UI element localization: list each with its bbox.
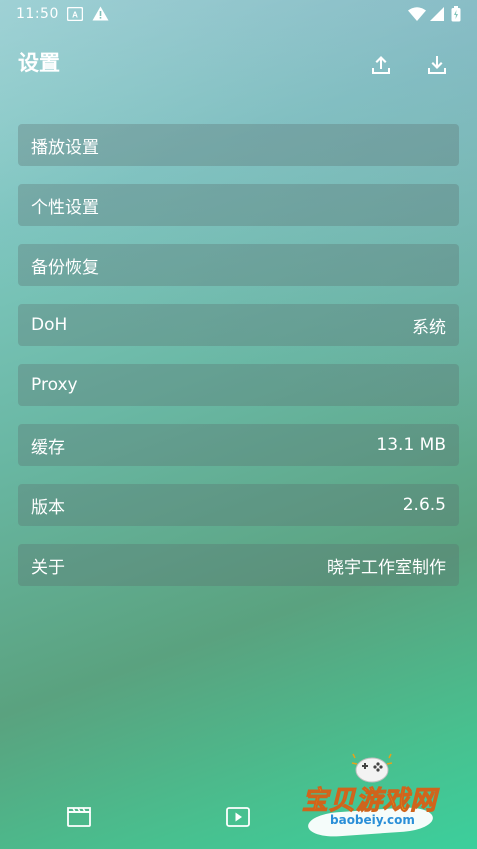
- settings-item-about[interactable]: 关于 晓宇工作室制作: [18, 544, 459, 586]
- settings-item-label: 备份恢复: [31, 257, 99, 278]
- settings-item-label: DoH: [31, 315, 68, 335]
- settings-item-value: 13.1 MB: [376, 435, 446, 455]
- warning-icon: [92, 6, 109, 25]
- status-time: 11:50: [16, 6, 59, 22]
- upload-button[interactable]: [368, 52, 394, 78]
- watermark: 宝贝游戏网 baobeiy.com: [298, 752, 448, 842]
- nav-play-button[interactable]: [225, 806, 251, 828]
- watermark-url: baobeiy.com: [330, 813, 415, 827]
- settings-item-personalization[interactable]: 个性设置: [18, 184, 459, 226]
- nav-films-button[interactable]: [66, 806, 92, 828]
- film-icon: [67, 807, 91, 827]
- settings-item-value: 2.6.5: [402, 495, 446, 515]
- settings-item-version[interactable]: 版本 2.6.5: [18, 484, 459, 526]
- download-button[interactable]: [424, 52, 450, 78]
- download-icon: [428, 56, 446, 74]
- settings-item-doh[interactable]: DoH 系统: [18, 304, 459, 346]
- settings-item-value: 晓宇工作室制作: [327, 557, 446, 578]
- settings-item-label: 个性设置: [31, 197, 99, 218]
- status-bar: 11:50 A: [0, 0, 477, 30]
- page-title: 设置: [18, 51, 60, 75]
- settings-item-value: 系统: [412, 317, 446, 338]
- svg-text:A: A: [72, 11, 78, 20]
- settings-item-label: 播放设置: [31, 137, 99, 158]
- signal-icon: [430, 6, 444, 25]
- settings-item-cache[interactable]: 缓存 13.1 MB: [18, 424, 459, 466]
- upload-icon: [372, 56, 390, 74]
- settings-item-label: 缓存: [31, 437, 65, 458]
- settings-item-backup-restore[interactable]: 备份恢复: [18, 244, 459, 286]
- settings-item-label: 版本: [31, 497, 65, 518]
- settings-item-playback[interactable]: 播放设置: [18, 124, 459, 166]
- settings-item-label: 关于: [31, 557, 65, 578]
- wifi-icon: [408, 6, 426, 25]
- settings-list: 播放设置 个性设置 备份恢复 DoH 系统 Proxy 缓存 13.1 MB 版…: [18, 124, 459, 604]
- battery-icon: [451, 6, 461, 26]
- settings-item-proxy[interactable]: Proxy: [18, 364, 459, 406]
- media-icon: A: [66, 6, 84, 25]
- settings-item-label: Proxy: [31, 375, 78, 395]
- watermark-title: 宝贝游戏网: [301, 786, 438, 817]
- play-icon: [226, 807, 250, 827]
